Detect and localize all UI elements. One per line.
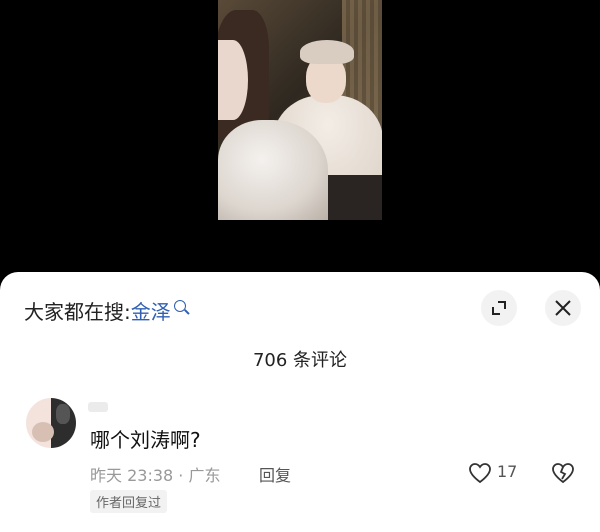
- close-button[interactable]: [545, 290, 581, 326]
- avatar[interactable]: [26, 398, 76, 448]
- search-suggestion-keyword[interactable]: 金泽: [131, 300, 171, 324]
- close-icon: [555, 300, 571, 316]
- comments-sheet: 大家都在搜:金泽 706 条评论 哪个刘涛啊? 昨天 23:38 · 广东 回复…: [0, 272, 600, 532]
- comment-time-location: 昨天 23:38 · 广东: [90, 466, 221, 485]
- like-count: 17: [497, 462, 518, 481]
- comment-text: 哪个刘涛啊?: [90, 428, 201, 452]
- video-frame-photo: [218, 0, 382, 220]
- expand-button[interactable]: [481, 290, 517, 326]
- broken-heart-icon[interactable]: [551, 462, 575, 484]
- username-blurred[interactable]: [88, 402, 108, 412]
- heart-icon[interactable]: [468, 462, 492, 484]
- search-suggestion-prefix: 大家都在搜:: [24, 300, 131, 324]
- search-suggestion[interactable]: 大家都在搜:金泽: [24, 296, 186, 325]
- expand-icon: [492, 301, 506, 315]
- reply-button[interactable]: 回复: [259, 462, 291, 486]
- search-icon: [173, 300, 186, 312]
- author-replied-badge: 作者回复过: [90, 490, 168, 513]
- video-area[interactable]: [0, 0, 600, 290]
- comments-count: 706 条评论: [252, 350, 348, 371]
